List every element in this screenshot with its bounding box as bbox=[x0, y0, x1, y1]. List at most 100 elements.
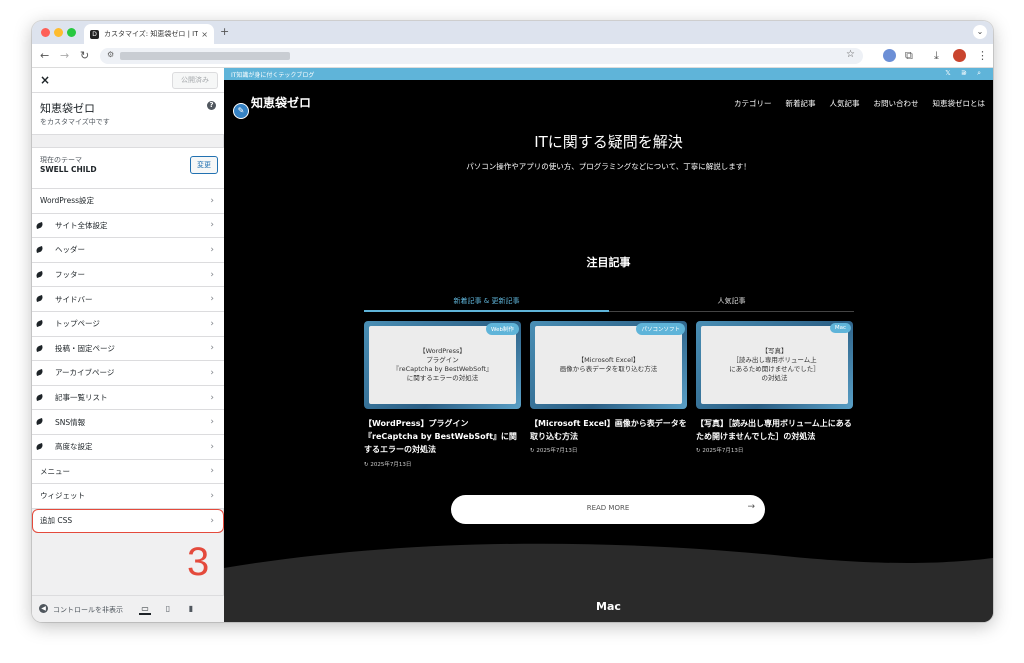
chevron-right-icon: › bbox=[210, 466, 214, 477]
maximize-window-button[interactable] bbox=[67, 28, 76, 37]
menu-top-page[interactable]: トップページ › bbox=[32, 311, 224, 337]
menu-wordpress-settings[interactable]: WordPress設定 › bbox=[32, 189, 224, 214]
site-info-icon[interactable]: ⚙ bbox=[107, 50, 114, 59]
chevron-right-icon: › bbox=[210, 392, 214, 403]
chevron-right-icon: › bbox=[210, 220, 214, 231]
chevron-right-icon: › bbox=[210, 318, 214, 329]
arrow-right-icon: → bbox=[747, 502, 755, 512]
tab-search-icon[interactable]: ⌄ bbox=[973, 25, 987, 39]
article-card[interactable]: 【写真】 ［読み出し専用ボリューム上 にあるため開けませんでした］ の対処法 M… bbox=[696, 321, 853, 454]
hide-controls-button[interactable]: コントロールを非表示 bbox=[53, 605, 123, 615]
tab-new-articles[interactable]: 新着記事 & 更新記事 bbox=[364, 296, 609, 312]
card-title[interactable]: 【WordPress】プラグイン『reCaptcha by BestWebSof… bbox=[364, 417, 521, 457]
chevron-right-icon: › bbox=[210, 244, 214, 255]
chevron-right-icon: › bbox=[210, 417, 214, 428]
card-thumbnail[interactable]: 【WordPress】 プラグイン 『reCaptcha by BestWebS… bbox=[364, 321, 521, 409]
card-title[interactable]: 【写真】［読み出し専用ボリューム上にあるため開けませんでした］の対処法 bbox=[696, 417, 853, 443]
menu-item-label: サイドバー bbox=[55, 294, 93, 304]
article-tabs: 新着記事 & 更新記事 人気記事 bbox=[364, 296, 854, 312]
close-window-button[interactable] bbox=[41, 28, 50, 37]
menu-item-label: フッター bbox=[55, 270, 85, 280]
menu-header[interactable]: ヘッダー › bbox=[32, 238, 224, 263]
swell-icon bbox=[35, 418, 44, 426]
browser-toolbar: ← → ↻ ⚙ ☆ ⧉ ⤓ ⋮ bbox=[32, 44, 993, 68]
thumbnail-text: 【写真】 ［読み出し専用ボリューム上 にあるため開けませんでした］ の対処法 bbox=[701, 326, 848, 404]
featured-section-title: 注目記事 bbox=[586, 256, 631, 269]
social-search-icons[interactable]: 𝕏 ⋑ ⌕ bbox=[945, 69, 985, 78]
menu-post-list[interactable]: 記事一覧リスト › bbox=[32, 385, 224, 411]
card-date: ↻ 2025年7月13日 bbox=[364, 461, 412, 468]
site-nav: カテゴリー 新着記事 人気記事 お問い合わせ 知恵袋ゼロとは bbox=[734, 98, 985, 109]
chevron-right-icon: › bbox=[210, 343, 214, 354]
menu-menus[interactable]: メニュー › bbox=[32, 459, 224, 485]
nav-item[interactable]: カテゴリー bbox=[734, 98, 772, 109]
swell-icon bbox=[35, 393, 44, 401]
star-icon[interactable]: ☆ bbox=[846, 49, 855, 60]
new-tab-button[interactable]: + bbox=[220, 25, 229, 38]
thumbnail-text: 【Microsoft Excel】 画像から表データを取り込む方法 bbox=[535, 326, 682, 404]
collapse-icon[interactable]: ◀ bbox=[39, 604, 48, 613]
chevron-right-icon: › bbox=[210, 515, 214, 526]
close-icon[interactable]: × bbox=[40, 73, 50, 87]
menu-item-label: ウィジェット bbox=[40, 491, 85, 501]
puzzle-icon[interactable]: ⧉ bbox=[905, 49, 913, 63]
help-icon[interactable]: ? bbox=[207, 101, 216, 110]
card-thumbnail[interactable]: 【Microsoft Excel】 画像から表データを取り込む方法 パソコンソフ… bbox=[530, 321, 687, 409]
menu-advanced-settings[interactable]: 高度な設定 › bbox=[32, 434, 224, 460]
nav-item[interactable]: お問い合わせ bbox=[874, 98, 919, 109]
menu-item-label: 高度な設定 bbox=[55, 442, 93, 452]
download-icon[interactable]: ⤓ bbox=[934, 49, 939, 63]
menu-item-label: メニュー bbox=[40, 466, 70, 476]
forward-icon[interactable]: → bbox=[60, 49, 69, 63]
category-badge: パソコンソフト bbox=[636, 323, 685, 335]
tab-close-icon[interactable]: × bbox=[201, 30, 208, 39]
swell-icon bbox=[35, 221, 44, 229]
address-bar[interactable]: ⚙ ☆ bbox=[100, 48, 863, 64]
mac-section-title: Mac bbox=[596, 600, 621, 613]
publish-button[interactable]: 公開済み bbox=[172, 72, 218, 89]
nav-item[interactable]: 人気記事 bbox=[830, 98, 860, 109]
customizer-sidebar: × 公開済み 知恵袋ゼロ をカスタマイズ中です ? 現在のテーマ SWELL C… bbox=[32, 68, 224, 622]
category-badge: Web制作 bbox=[486, 323, 519, 335]
customizer-header: × 公開済み bbox=[32, 68, 224, 93]
tab-bar: D カスタマイズ: 知恵袋ゼロ | IT知識 × + ⌄ bbox=[32, 21, 993, 44]
read-more-button[interactable]: READ MORE → bbox=[451, 495, 765, 524]
card-title[interactable]: 【Microsoft Excel】画像から表データを取り込む方法 bbox=[530, 417, 687, 443]
menu-additional-css[interactable]: 追加 CSS › bbox=[32, 508, 224, 534]
date-text: 2025年7月13日 bbox=[536, 448, 578, 455]
menu-icon[interactable]: ⋮ bbox=[977, 49, 988, 63]
article-card[interactable]: 【WordPress】 プラグイン 『reCaptcha by BestWebS… bbox=[364, 321, 521, 468]
customizer-site-info: 知恵袋ゼロ をカスタマイズ中です ? bbox=[32, 93, 224, 135]
menu-sidebar[interactable]: サイドバー › bbox=[32, 287, 224, 312]
browser-tab[interactable]: D カスタマイズ: 知恵袋ゼロ | IT知識 × bbox=[84, 24, 214, 44]
tab-popular-articles[interactable]: 人気記事 bbox=[609, 296, 854, 312]
site-title: 知恵袋ゼロ bbox=[40, 102, 95, 115]
thumbnail-text: 【WordPress】 プラグイン 『reCaptcha by BestWebS… bbox=[369, 326, 516, 404]
active-theme-panel: 現在のテーマ SWELL CHILD 変更 bbox=[32, 147, 224, 189]
reload-icon[interactable]: ↻ bbox=[80, 49, 89, 63]
menu-site-settings[interactable]: サイト全体設定 › bbox=[32, 213, 224, 239]
customizer-footer: ◀ コントロールを非表示 ▭ ▯ ▮ bbox=[32, 595, 224, 622]
menu-footer[interactable]: フッター › bbox=[32, 262, 224, 288]
minimize-window-button[interactable] bbox=[54, 28, 63, 37]
profile-icon[interactable] bbox=[953, 49, 966, 62]
desktop-preview-icon[interactable]: ▭ bbox=[139, 603, 151, 615]
site-logo[interactable]: 知恵袋ゼロ bbox=[251, 94, 311, 111]
card-thumbnail[interactable]: 【写真】 ［読み出し専用ボリューム上 にあるため開けませんでした］ の対処法 M… bbox=[696, 321, 853, 409]
menu-widgets[interactable]: ウィジェット › bbox=[32, 484, 224, 509]
tablet-preview-icon[interactable]: ▯ bbox=[162, 603, 174, 615]
nav-item[interactable]: 知恵袋ゼロとは bbox=[933, 98, 986, 109]
change-theme-button[interactable]: 変更 bbox=[190, 156, 218, 174]
nav-item[interactable]: 新着記事 bbox=[786, 98, 816, 109]
date-text: 2025年7月13日 bbox=[370, 461, 412, 468]
menu-archive-page[interactable]: アーカイブページ › bbox=[32, 361, 224, 386]
swell-icon bbox=[35, 369, 44, 377]
back-icon[interactable]: ← bbox=[40, 49, 49, 63]
article-card[interactable]: 【Microsoft Excel】 画像から表データを取り込む方法 パソコンソフ… bbox=[530, 321, 687, 454]
extension-icon[interactable] bbox=[883, 49, 896, 62]
mobile-preview-icon[interactable]: ▮ bbox=[185, 603, 197, 615]
menu-item-label: ヘッダー bbox=[55, 245, 85, 255]
edit-shortcut-icon[interactable]: ✎ bbox=[233, 103, 249, 119]
menu-posts-pages[interactable]: 投稿・固定ページ › bbox=[32, 336, 224, 362]
menu-sns-info[interactable]: SNS情報 › bbox=[32, 410, 224, 435]
